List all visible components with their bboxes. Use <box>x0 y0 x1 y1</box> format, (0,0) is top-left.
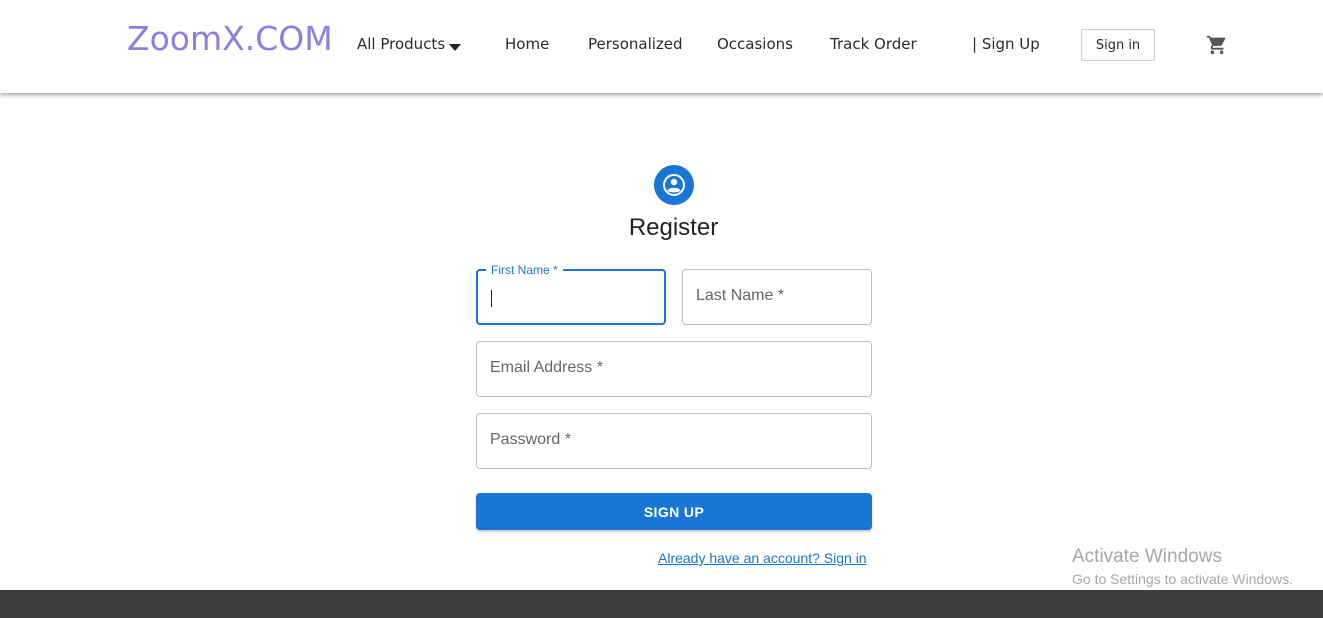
activate-windows-subtitle: Go to Settings to activate Windows. <box>1072 571 1293 587</box>
site-logo[interactable]: ZoomX.COM <box>127 19 333 58</box>
last-name-label: Last Name * <box>696 287 785 304</box>
sign-up-button[interactable]: SIGN UP <box>476 493 872 530</box>
first-name-field[interactable]: First Name * <box>476 263 666 325</box>
password-field[interactable]: Password * <box>476 413 872 469</box>
nav-personalized[interactable]: Personalized <box>588 35 683 53</box>
page-title: Register <box>628 214 719 241</box>
nav-all-products[interactable]: All Products <box>357 35 445 53</box>
email-label: Email Address * <box>490 359 603 376</box>
activate-windows-title: Activate Windows <box>1072 546 1222 567</box>
account-circle-icon <box>654 165 694 205</box>
nav-sign-up[interactable]: | Sign Up <box>972 35 1040 53</box>
caret-down-icon[interactable] <box>449 44 461 51</box>
nav-occasions[interactable]: Occasions <box>717 35 793 53</box>
email-field[interactable]: Email Address * <box>476 341 872 397</box>
password-label: Password * <box>490 431 571 448</box>
first-name-label: First Name * <box>486 263 563 277</box>
nav-track-order[interactable]: Track Order <box>830 35 917 53</box>
text-cursor <box>491 290 492 307</box>
shopping-cart-icon[interactable] <box>1206 34 1228 56</box>
last-name-field[interactable]: Last Name * <box>682 269 872 325</box>
sign-in-button[interactable]: Sign in <box>1081 29 1155 61</box>
footer-bar <box>0 590 1323 618</box>
top-navbar: ZoomX.COM All Products Home Personalized… <box>0 0 1323 93</box>
sign-in-link[interactable]: Already have an account? Sign in <box>658 550 867 566</box>
nav-home[interactable]: Home <box>505 35 549 53</box>
